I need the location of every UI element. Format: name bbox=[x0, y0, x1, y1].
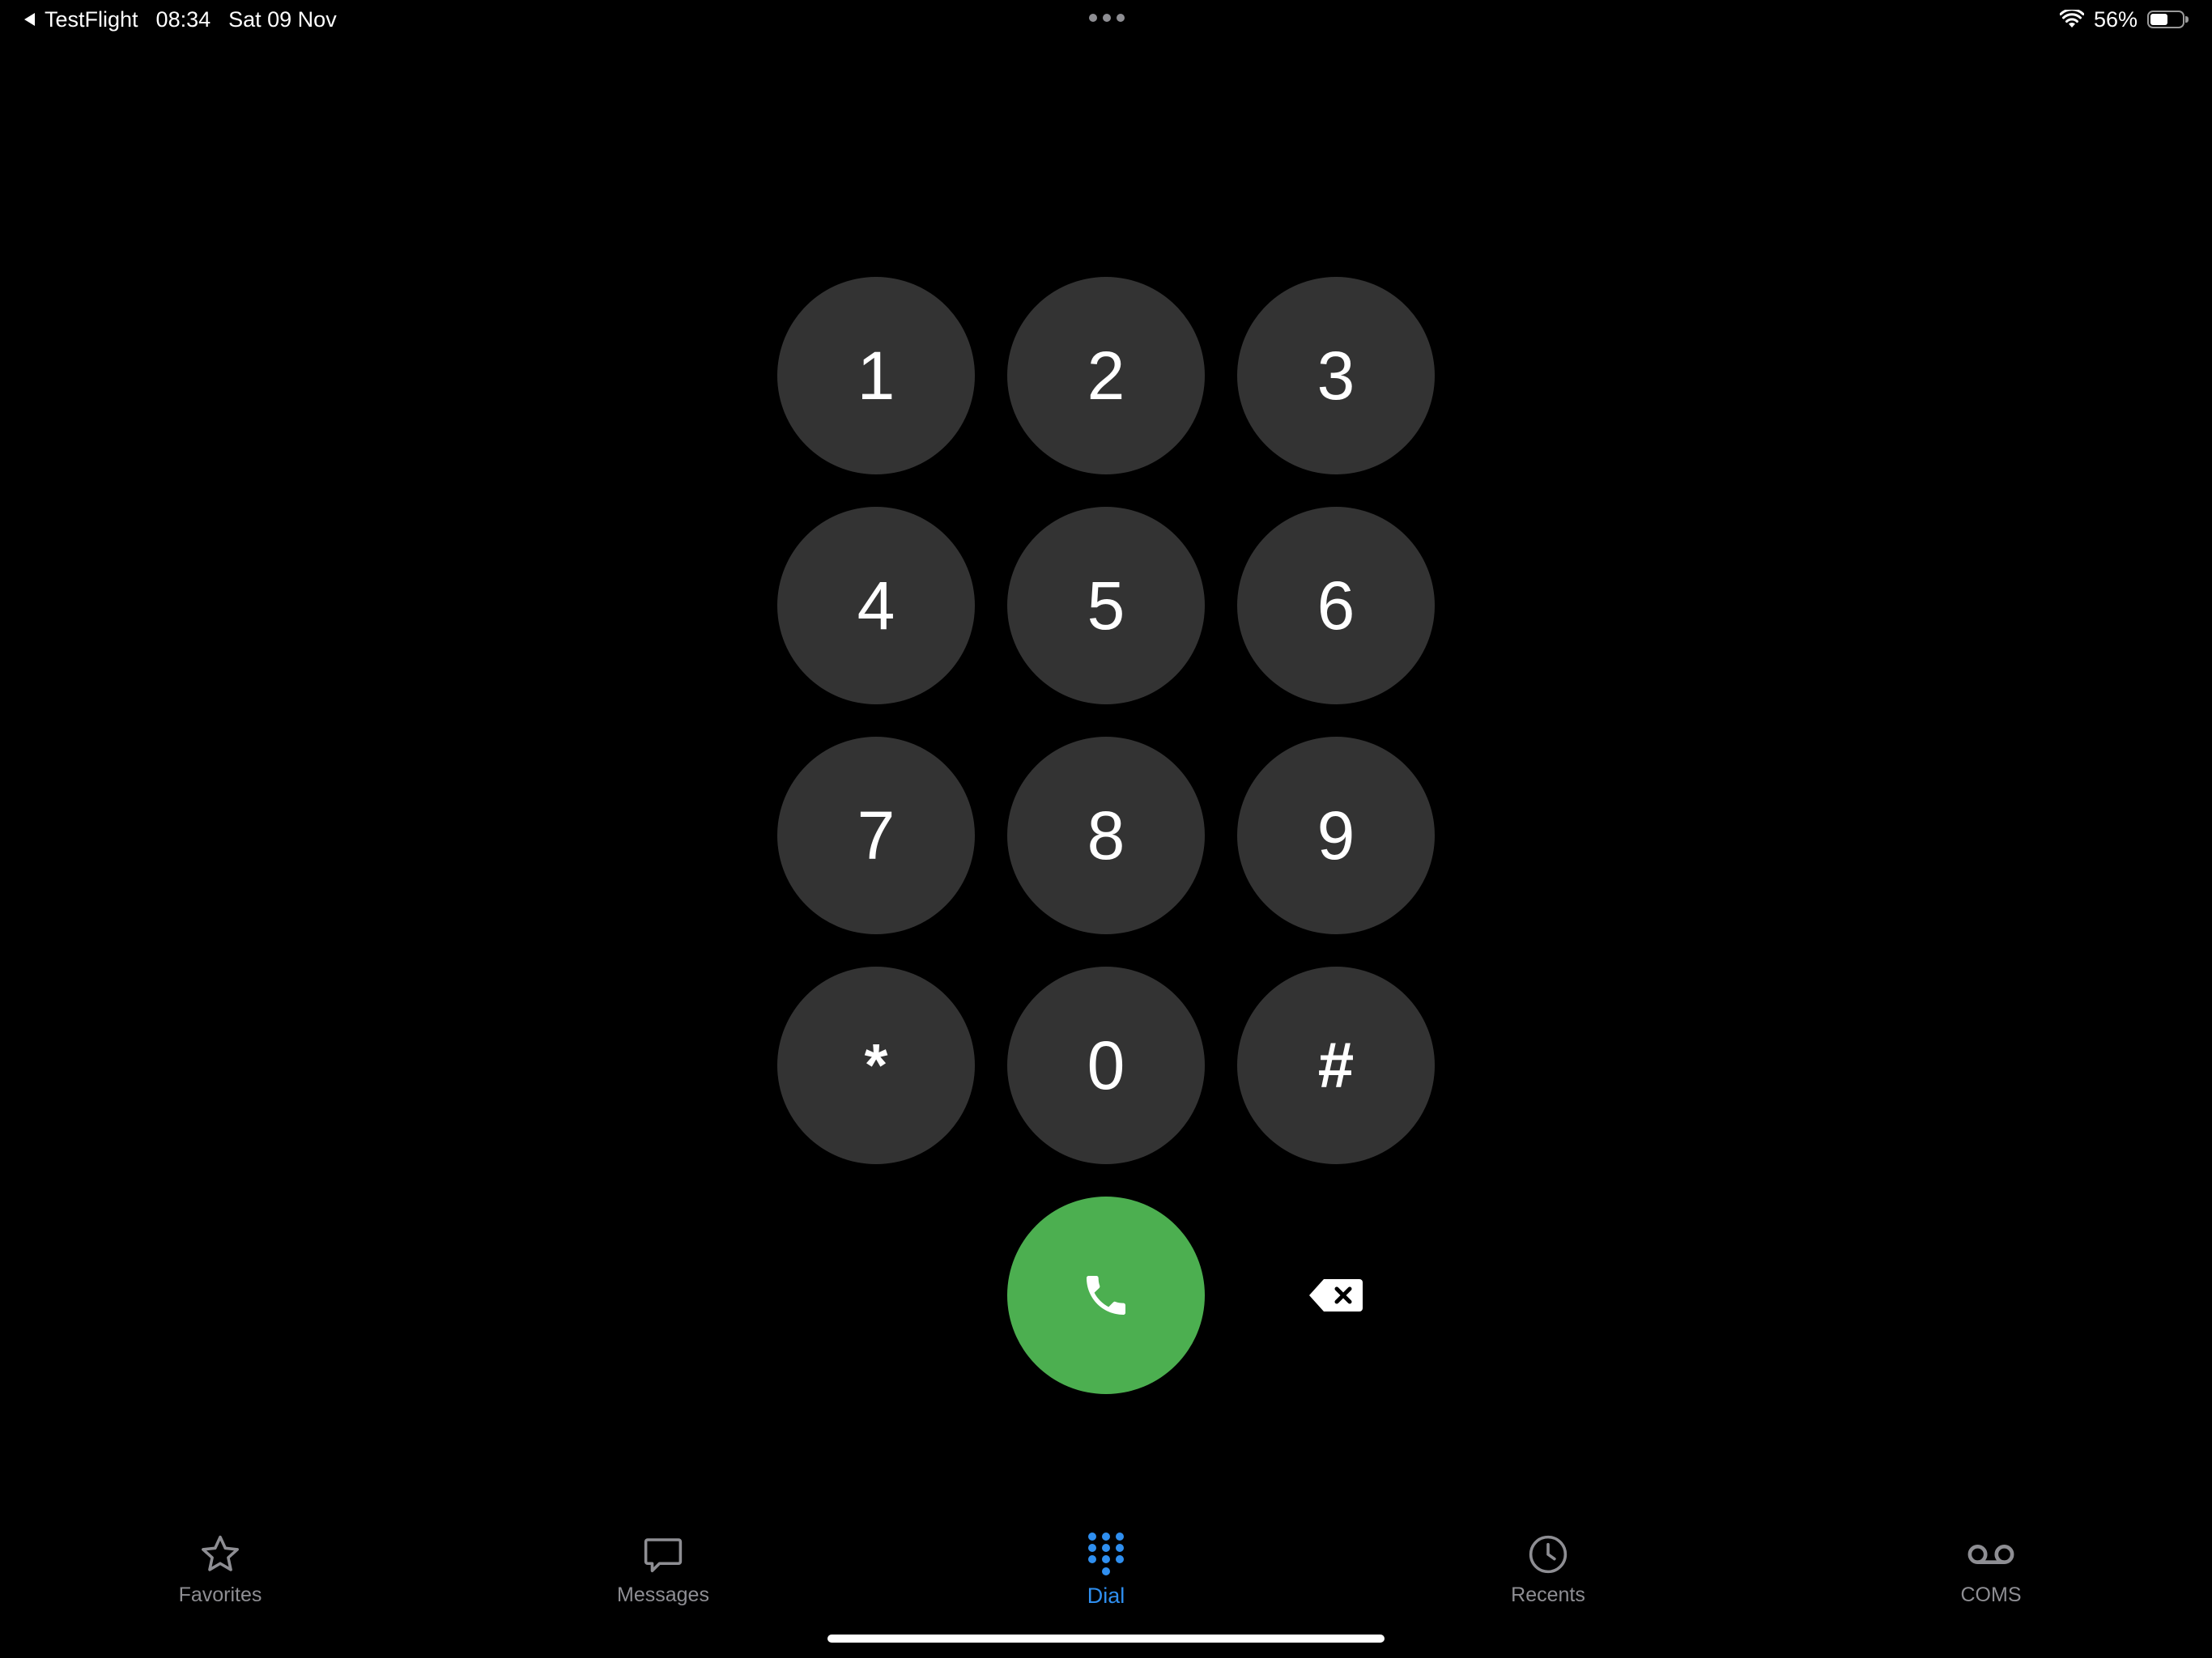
multitasking-menu[interactable] bbox=[1089, 13, 1125, 23]
key-9[interactable]: 9 bbox=[1237, 737, 1435, 934]
key-2[interactable]: 2 bbox=[1007, 277, 1205, 474]
status-date: Sat 09 Nov bbox=[228, 6, 337, 32]
message-bubble-icon bbox=[644, 1538, 683, 1573]
key-label: 7 bbox=[857, 797, 895, 874]
tab-coms[interactable]: COMS bbox=[1894, 1530, 2088, 1619]
battery-icon bbox=[2147, 11, 2189, 28]
status-indicators: 56% bbox=[2059, 5, 2189, 34]
star-icon bbox=[202, 1535, 239, 1571]
tab-recents[interactable]: Recents bbox=[1451, 1530, 1645, 1619]
clock-icon bbox=[1529, 1535, 1568, 1574]
key-label: 5 bbox=[1087, 568, 1125, 644]
key-1[interactable]: 1 bbox=[777, 277, 975, 474]
key-label: 4 bbox=[857, 568, 895, 644]
dot-icon bbox=[1089, 14, 1097, 22]
dot-icon bbox=[1117, 14, 1125, 22]
backspace-icon bbox=[1309, 1279, 1363, 1312]
dot-icon bbox=[1103, 14, 1111, 22]
key-label: 8 bbox=[1087, 797, 1125, 874]
battery-fill bbox=[2150, 14, 2167, 25]
key-4[interactable]: 4 bbox=[777, 507, 975, 704]
tab-label: Dial bbox=[1087, 1584, 1125, 1608]
key-label: # bbox=[1317, 1029, 1355, 1101]
key-7[interactable]: 7 bbox=[777, 737, 975, 934]
key-label: 0 bbox=[1087, 1027, 1125, 1103]
key-label: 2 bbox=[1087, 338, 1125, 414]
dialer-screen: TestFlight 08:34 Sat 09 Nov 56% 1 2 3 4 bbox=[0, 0, 2212, 1658]
call-button[interactable] bbox=[1007, 1197, 1205, 1394]
keypad-icon bbox=[1088, 1533, 1124, 1575]
delete-button[interactable] bbox=[1304, 1271, 1368, 1320]
tab-messages[interactable]: Messages bbox=[566, 1530, 760, 1619]
phone-icon bbox=[1087, 1276, 1125, 1315]
wifi-icon bbox=[2059, 10, 2084, 28]
key-hash[interactable]: # bbox=[1237, 967, 1435, 1164]
tab-dial[interactable]: Dial bbox=[1009, 1530, 1203, 1619]
tab-label: Messages bbox=[617, 1584, 709, 1606]
status-time: 08:34 bbox=[155, 6, 211, 32]
key-label: 6 bbox=[1317, 568, 1355, 644]
tab-favorites[interactable]: Favorites bbox=[123, 1530, 317, 1619]
key-label: 3 bbox=[1317, 338, 1355, 414]
key-label: 1 bbox=[857, 338, 895, 414]
key-label: 9 bbox=[1317, 797, 1355, 874]
tab-label: COMS bbox=[1960, 1584, 2022, 1606]
voicemail-icon bbox=[1967, 1545, 2014, 1564]
back-to-app-link[interactable]: TestFlight 08:34 Sat 09 Nov bbox=[24, 5, 337, 34]
tab-label: Recents bbox=[1511, 1584, 1585, 1606]
key-0[interactable]: 0 bbox=[1007, 967, 1205, 1164]
home-indicator[interactable] bbox=[827, 1635, 1385, 1643]
back-app-name: TestFlight bbox=[45, 6, 138, 32]
key-5[interactable]: 5 bbox=[1007, 507, 1205, 704]
key-6[interactable]: 6 bbox=[1237, 507, 1435, 704]
key-3[interactable]: 3 bbox=[1237, 277, 1435, 474]
back-arrow-icon bbox=[24, 13, 35, 26]
key-star[interactable]: * bbox=[777, 967, 975, 1164]
key-8[interactable]: 8 bbox=[1007, 737, 1205, 934]
tab-label: Favorites bbox=[178, 1584, 262, 1606]
battery-percent: 56% bbox=[2093, 6, 2138, 32]
key-label: * bbox=[864, 1031, 888, 1099]
